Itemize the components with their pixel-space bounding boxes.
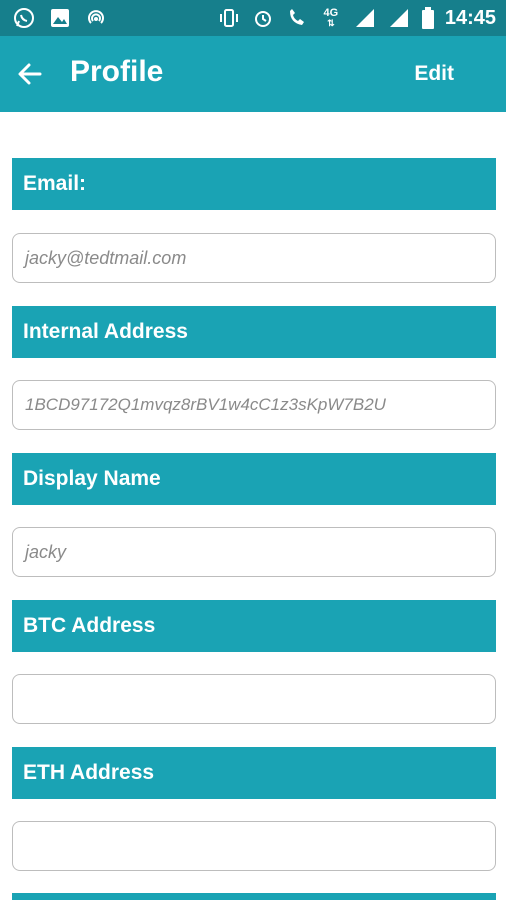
section-header-internal-address: Internal Address (12, 306, 496, 358)
back-arrow-icon (18, 63, 42, 85)
section-header-btc-address: BTC Address (12, 600, 496, 652)
back-button[interactable] (14, 58, 46, 90)
whatsapp-icon (12, 6, 36, 30)
internal-address-field[interactable]: 1BCD97172Q1mvqz8rBV1w4cC1z3sKpW7B2U (12, 380, 496, 430)
alarm-icon (251, 6, 275, 30)
signal-icon (353, 6, 377, 30)
status-time: 14:45 (444, 6, 496, 29)
gallery-icon (48, 6, 72, 30)
edit-button[interactable]: Edit (414, 62, 454, 86)
wifi-call-icon (285, 6, 309, 30)
battery-icon (421, 6, 435, 30)
signal-icon (387, 6, 411, 30)
network-type: 4G (323, 7, 339, 19)
4g-icon: 4G ⇅ (323, 7, 339, 29)
section-header-email: Email: (12, 158, 496, 210)
section-header-eth-address: ETH Address (12, 747, 496, 799)
eth-address-field[interactable] (12, 821, 496, 871)
email-field[interactable]: jacky@tedtmail.com (12, 233, 496, 283)
page-title: Profile (70, 55, 164, 88)
display-name-field[interactable]: jacky (12, 527, 496, 577)
app-bar: Profile Edit (0, 36, 506, 112)
status-bar: 4G ⇅ 14:45 (0, 0, 506, 36)
btc-address-field[interactable] (12, 674, 496, 724)
hotspot-icon (84, 6, 108, 30)
section-header-display-name: Display Name (12, 453, 496, 505)
vibrate-icon (217, 6, 241, 30)
section-header-partial (12, 893, 496, 900)
